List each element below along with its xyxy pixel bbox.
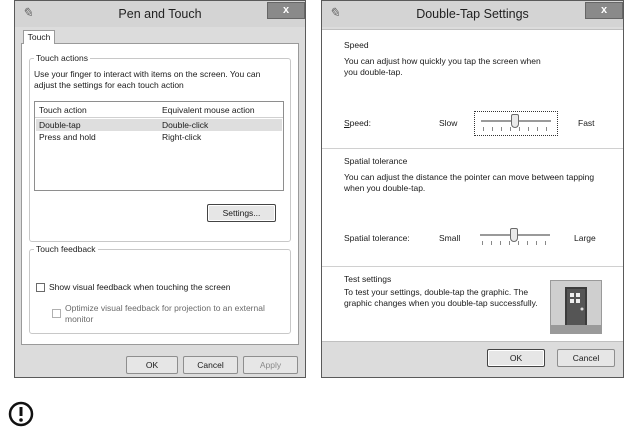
speed-label-rest: peed: xyxy=(349,118,371,128)
tolerance-tick xyxy=(500,241,501,245)
touch-actions-description: Use your finger to interact with items o… xyxy=(34,69,261,90)
spatial-tolerance-description: You can adjust the distance the pointer … xyxy=(344,172,595,193)
cancel-button[interactable]: Cancel xyxy=(557,349,615,367)
column-header-touch-action[interactable]: Touch action xyxy=(39,105,87,115)
row-touch-action: Press and hold xyxy=(39,132,96,142)
spatial-tolerance-min-label: Small xyxy=(439,233,461,243)
double-tap-settings-window: ✎ Double-Tap Settings x Speed You can ad… xyxy=(321,0,624,378)
title-bar[interactable]: ✎ Pen and Touch x xyxy=(15,1,305,27)
cancel-button[interactable]: Cancel xyxy=(183,356,238,374)
show-visual-feedback-checkbox[interactable] xyxy=(36,283,45,292)
row-mouse-action: Double-click xyxy=(162,120,209,130)
apply-button[interactable]: Apply xyxy=(243,356,298,374)
tolerance-tick xyxy=(527,241,528,245)
group-title-touch-actions: Touch actions xyxy=(34,53,90,63)
table-row[interactable]: Double-tap Double-click xyxy=(36,119,282,131)
tolerance-tick xyxy=(509,241,510,245)
window-title: Pen and Touch xyxy=(118,7,202,21)
tab-touch[interactable]: Touch xyxy=(23,30,55,44)
list-header: Touch action Equivalent mouse action xyxy=(35,102,283,118)
group-title-touch-feedback: Touch feedback xyxy=(34,244,98,254)
tolerance-tick xyxy=(545,241,546,245)
test-door-graphic[interactable] xyxy=(550,280,602,334)
speed-tick xyxy=(546,127,547,131)
ok-button-label: OK xyxy=(509,353,523,363)
touch-actions-list[interactable]: Touch action Equivalent mouse action Dou… xyxy=(34,101,284,191)
spatial-tolerance-label: Spatial tolerance: xyxy=(344,233,410,243)
door-icon xyxy=(551,281,601,333)
test-settings-section: Test settings To test your settings, dou… xyxy=(322,266,623,342)
spatial-tolerance-max-label: Large xyxy=(574,233,596,243)
tolerance-tick xyxy=(482,241,483,245)
close-button[interactable]: x xyxy=(585,2,623,19)
test-settings-description: To test your settings, double-tap the gr… xyxy=(344,287,538,308)
tab-touch-label: Touch xyxy=(27,32,51,42)
table-row[interactable]: Press and hold Right-click xyxy=(36,131,282,143)
speed-min-label: Slow xyxy=(439,118,458,128)
settings-button-label: Settings... xyxy=(222,208,261,218)
speed-tick xyxy=(537,127,538,131)
row-touch-action: Double-tap xyxy=(39,120,81,130)
row-mouse-action: Right-click xyxy=(162,132,202,142)
ok-button[interactable]: OK xyxy=(126,356,178,374)
ok-button-label: OK xyxy=(145,360,159,370)
title-bar[interactable]: ✎ Double-Tap Settings x xyxy=(322,1,623,27)
show-visual-feedback-label[interactable]: Show visual feedback when touching the s… xyxy=(49,282,279,293)
speed-tick xyxy=(528,127,529,131)
speed-description: You can adjust how quickly you tap the s… xyxy=(344,56,541,77)
speed-slider[interactable] xyxy=(474,111,558,136)
ok-button[interactable]: OK xyxy=(487,349,545,367)
close-button[interactable]: x xyxy=(267,2,305,19)
speed-title: Speed xyxy=(344,40,369,50)
speed-label: Speed: xyxy=(344,118,371,128)
window-title: Double-Tap Settings xyxy=(416,7,529,21)
tolerance-slider-thumb[interactable] xyxy=(510,228,518,242)
speed-max-label: Fast xyxy=(578,118,595,128)
settings-button[interactable]: Settings... xyxy=(207,204,276,222)
speed-tick xyxy=(483,127,484,131)
speed-section: Speed You can adjust how quickly you tap… xyxy=(322,30,623,149)
optimize-feedback-checkbox[interactable] xyxy=(52,309,61,318)
tolerance-tick xyxy=(491,241,492,245)
touch-actions-group: Touch actions Use your finger to interac… xyxy=(29,53,291,242)
touch-feedback-group: Touch feedback Show visual feedback when… xyxy=(29,244,291,334)
tolerance-tick xyxy=(518,241,519,245)
optimize-feedback-label[interactable]: Optimize visual feedback for projection … xyxy=(65,303,265,325)
spatial-tolerance-slider[interactable] xyxy=(474,226,558,251)
tolerance-tick xyxy=(536,241,537,245)
apply-button-label: Apply xyxy=(259,360,282,370)
test-settings-title: Test settings xyxy=(344,274,392,284)
spatial-tolerance-title: Spatial tolerance xyxy=(344,156,408,166)
spatial-tolerance-section: Spatial tolerance You can adjust the dis… xyxy=(322,148,623,267)
column-header-mouse-action[interactable]: Equivalent mouse action xyxy=(162,105,255,115)
speed-tick xyxy=(492,127,493,131)
caution-icon xyxy=(7,400,35,428)
tab-panel: Touch actions Use your finger to interac… xyxy=(21,43,299,345)
speed-slider-thumb[interactable] xyxy=(511,114,519,128)
pen-and-touch-window: ✎ Pen and Touch x Touch Touch actions Us… xyxy=(14,0,306,378)
cancel-button-label: Cancel xyxy=(572,353,600,363)
speed-tick xyxy=(519,127,520,131)
cancel-button-label: Cancel xyxy=(197,360,224,370)
speed-tick xyxy=(501,127,502,131)
settings-panel: Speed You can adjust how quickly you tap… xyxy=(322,29,623,342)
speed-tick xyxy=(510,127,511,131)
